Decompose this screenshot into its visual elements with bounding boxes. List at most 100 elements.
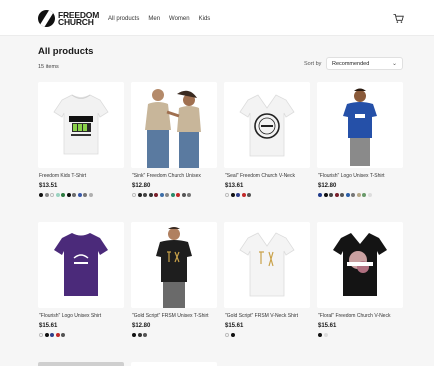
tshirt-white-kids-image (38, 82, 124, 168)
tshirt-white-gold-image (224, 222, 310, 308)
product-price: $12.80 (132, 183, 151, 189)
color-swatch[interactable] (362, 193, 366, 197)
product-name[interactable]: Freedom Kids T-Shirt (39, 173, 124, 179)
color-swatch[interactable] (323, 193, 328, 197)
product-name[interactable]: "Sink" Freedom Church Unisex (132, 173, 217, 179)
color-swatch[interactable] (44, 193, 49, 197)
tshirt-purple-image (38, 222, 124, 308)
product-name[interactable]: "Flourish" Logo Unisex Shirt (39, 313, 124, 319)
color-swatch[interactable] (367, 193, 372, 197)
product-card-partial[interactable] (38, 362, 124, 366)
sort-label: Sort by (304, 61, 322, 67)
main-nav: All products Men Women Kids (108, 16, 210, 22)
product-image[interactable] (38, 222, 124, 308)
color-swatch[interactable] (66, 193, 71, 197)
color-swatch[interactable] (187, 193, 191, 197)
color-swatch[interactable] (61, 193, 65, 197)
color-swatches (39, 333, 65, 337)
nav-men[interactable]: Men (148, 16, 160, 22)
product-price: $13.61 (225, 183, 244, 189)
product-name[interactable]: "Flourish" Logo Unisex T-Shirt (318, 173, 403, 179)
color-swatches (39, 193, 93, 197)
product-name[interactable]: "Gold Script" FRSM V-Neck Shirt (225, 313, 310, 319)
couple-tan-tees-image (131, 82, 217, 168)
color-swatches (132, 333, 147, 337)
color-swatch[interactable] (345, 193, 350, 197)
product-name[interactable]: "Seal" Freedom Church V-Neck (225, 173, 310, 179)
color-swatch[interactable] (143, 193, 147, 197)
color-swatch[interactable] (143, 333, 147, 337)
product-name[interactable]: "Floral" Freedom Church V-Neck (318, 313, 403, 319)
color-swatches (225, 193, 251, 197)
product-image[interactable] (38, 82, 124, 168)
color-swatch[interactable] (351, 193, 355, 197)
color-swatch[interactable] (340, 193, 344, 197)
product-price: $13.51 (39, 183, 58, 189)
color-swatch[interactable] (230, 333, 235, 337)
tshirt-black-floral-image (317, 222, 403, 308)
color-swatch[interactable] (55, 333, 60, 337)
color-swatch[interactable] (137, 193, 142, 197)
nav-kids[interactable]: Kids (199, 16, 211, 22)
brand-logo[interactable]: FREEDOM CHURCH (38, 10, 99, 27)
product-image[interactable] (317, 82, 403, 168)
color-swatch[interactable] (225, 193, 229, 197)
color-swatch[interactable] (132, 333, 136, 337)
color-swatch[interactable] (334, 193, 339, 197)
color-swatch[interactable] (181, 193, 186, 197)
sort-value: Recommended (332, 61, 370, 67)
color-swatch[interactable] (225, 333, 229, 337)
man-black-tee-image (131, 222, 217, 308)
color-swatch[interactable] (230, 193, 235, 197)
color-swatch[interactable] (236, 193, 240, 197)
color-swatch[interactable] (159, 193, 164, 197)
color-swatch[interactable] (55, 193, 60, 197)
color-swatch[interactable] (50, 333, 54, 337)
color-swatch[interactable] (72, 193, 76, 197)
color-swatch[interactable] (165, 193, 169, 197)
tshirt-white-seal-image (224, 82, 310, 168)
color-swatch[interactable] (154, 193, 158, 197)
color-swatch[interactable] (50, 193, 54, 197)
sort-dropdown[interactable]: Recommended ⌄ (326, 57, 403, 70)
color-swatch[interactable] (247, 193, 251, 197)
product-image[interactable] (131, 222, 217, 308)
color-swatch[interactable] (318, 333, 322, 337)
color-swatch[interactable] (132, 193, 136, 197)
color-swatch[interactable] (44, 333, 49, 337)
color-swatch[interactable] (61, 333, 65, 337)
product-count: 15 items (38, 64, 59, 70)
nav-women[interactable]: Women (169, 16, 190, 22)
color-swatch[interactable] (83, 193, 87, 197)
color-swatch[interactable] (323, 333, 328, 337)
color-swatches (225, 333, 235, 337)
color-swatch[interactable] (148, 193, 153, 197)
color-swatch[interactable] (77, 193, 82, 197)
color-swatch[interactable] (39, 333, 43, 337)
product-image[interactable] (317, 222, 403, 308)
page-title: All products (38, 46, 94, 57)
product-card-partial[interactable] (131, 362, 217, 366)
color-swatch[interactable] (137, 333, 142, 337)
product-image[interactable] (224, 82, 310, 168)
color-swatch[interactable] (39, 193, 43, 197)
color-swatch[interactable] (241, 193, 246, 197)
color-swatch[interactable] (318, 193, 322, 197)
color-swatches (318, 333, 328, 337)
nav-all-products[interactable]: All products (108, 16, 139, 22)
color-swatch[interactable] (170, 193, 175, 197)
cart-icon[interactable] (393, 13, 404, 24)
color-swatch[interactable] (356, 193, 361, 197)
color-swatch[interactable] (329, 193, 333, 197)
color-swatches (318, 193, 372, 197)
product-price: $15.61 (225, 323, 244, 329)
product-image[interactable] (131, 82, 217, 168)
product-name[interactable]: "Gold Script" FRSM Unisex T-Shirt (132, 313, 217, 319)
product-price: $15.61 (318, 323, 337, 329)
product-image[interactable] (224, 222, 310, 308)
color-swatch[interactable] (176, 193, 180, 197)
product-price: $12.80 (318, 183, 337, 189)
color-swatch[interactable] (88, 193, 93, 197)
brand-name: FREEDOM CHURCH (58, 10, 99, 26)
product-price: $12.80 (132, 323, 151, 329)
